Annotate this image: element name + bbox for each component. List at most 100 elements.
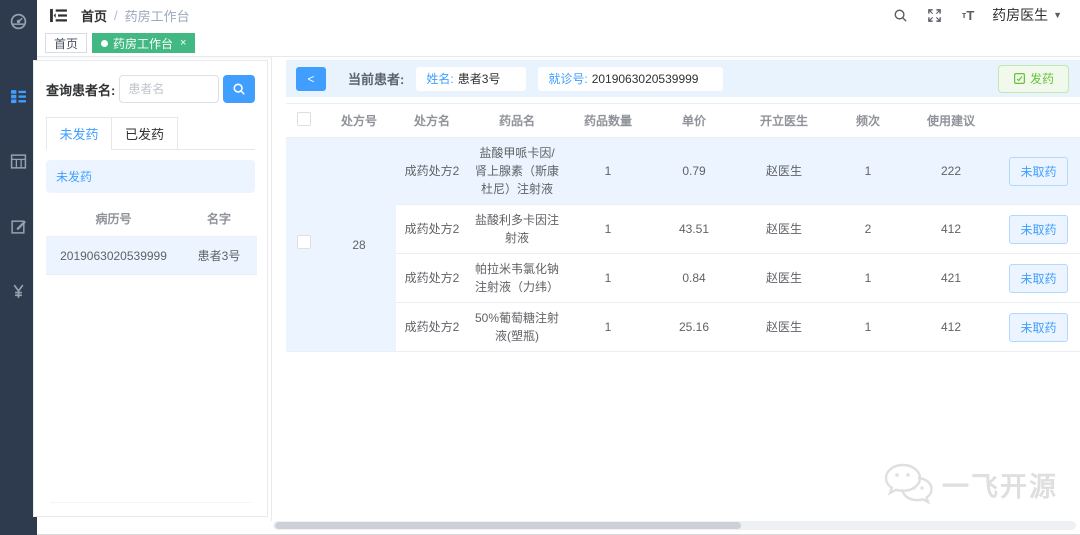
doctor-cell: 赵医生 (738, 302, 830, 352)
doctor-cell: 赵医生 (738, 253, 830, 303)
visit-label: 就诊号: (548, 72, 588, 86)
tag-pharmacy-workbench[interactable]: 药房工作台 × (92, 33, 196, 53)
column-rx-name: 处方名 (396, 103, 468, 138)
prescription-panel: < 当前患者: 姓名: 患者3号 就诊号: 2019063020539999 发… (271, 57, 1080, 521)
tab-dispensed[interactable]: 已发药 (112, 117, 178, 149)
row-checkbox[interactable] (297, 235, 311, 249)
not-collected-button[interactable]: 未取药 (1009, 214, 1068, 244)
column-action (996, 103, 1080, 138)
action-cell: 未取药 (996, 137, 1080, 205)
column-record-no: 病历号 (46, 201, 181, 237)
tab-not-dispensed[interactable]: 未发药 (46, 117, 112, 150)
breadcrumb-current: 药房工作台 (124, 8, 190, 24)
doctor-cell: 赵医生 (738, 204, 830, 254)
column-rx-no: 处方号 (322, 103, 396, 138)
app-root: 首页 / 药房工作台 тT 药房医生 ▼ 首页 药房工作台 × 查询患者名: 患… (0, 0, 1080, 535)
column-patient-name: 名字 (181, 201, 257, 237)
drug-name-cell: 盐酸甲哌卡因/肾上腺素（斯康杜尼）注射液 (468, 137, 566, 205)
visit-value: 2019063020539999 (591, 71, 699, 86)
drug-name-cell: 盐酸利多卡因注射液 (468, 204, 566, 254)
advice-cell: 412 (906, 302, 996, 352)
dispense-label: 发药 (1029, 72, 1054, 86)
money-icon[interactable] (0, 278, 37, 304)
price-cell: 0.79 (650, 137, 738, 205)
column-usage-advice: 使用建议 (906, 103, 996, 138)
patient-name[interactable]: 患者3号 (181, 236, 257, 275)
column-frequency: 频次 (830, 103, 906, 138)
column-drug-qty: 药品数量 (566, 103, 650, 138)
patient-search-button[interactable] (223, 75, 255, 103)
horizontal-scrollbar[interactable] (273, 521, 1076, 530)
dashboard-icon[interactable] (0, 8, 37, 34)
breadcrumb-separator: / (114, 7, 118, 23)
search-icon (233, 83, 245, 95)
top-navbar: 首页 / 药房工作台 тT 药房医生 ▼ (37, 0, 1080, 30)
not-dispensed-alert: 未发药 (46, 160, 255, 193)
patient-search-card: 查询患者名: 未发药 已发药 未发药 病历号 名字 20190630205399… (33, 60, 268, 517)
chevron-down-icon: ▼ (1053, 10, 1062, 20)
current-patient-toolbar: < 当前患者: 姓名: 患者3号 就诊号: 2019063020539999 发… (286, 60, 1080, 97)
chat-bubbles-logo-icon (884, 463, 933, 505)
patient-search-label: 查询患者名: (46, 82, 116, 98)
navbar-tools: тT 药房医生 ▼ (890, 5, 1080, 25)
patient-list-table: 病历号 名字 2019063020539999 患者3号 (46, 201, 257, 275)
sidebar (0, 0, 37, 535)
card-footer-divider (50, 502, 251, 503)
advice-cell: 421 (906, 253, 996, 303)
patient-record-no[interactable]: 2019063020539999 (46, 236, 181, 275)
patient-name-input[interactable] (119, 75, 219, 103)
breadcrumb: 首页 / 药房工作台 (81, 6, 190, 25)
tags-view-bar: 首页 药房工作台 × (37, 30, 1080, 57)
table-row: 成药处方2 50%葡萄糖注射液(塑瓶) 1 25.16 赵医生 1 412 未取… (286, 302, 1080, 352)
fullscreen-icon[interactable] (924, 5, 944, 25)
dispense-status-tabs: 未发药 已发药 (46, 117, 255, 150)
drug-name-cell: 帕拉米韦氯化钠注射液（力纬） (468, 253, 566, 303)
column-doctor: 开立医生 (738, 103, 830, 138)
price-cell: 0.84 (650, 253, 738, 303)
patient-row[interactable]: 2019063020539999 患者3号 (46, 236, 257, 275)
not-collected-button[interactable]: 未取药 (1009, 156, 1068, 186)
table-module-icon[interactable] (0, 148, 37, 174)
freq-cell: 2 (830, 204, 906, 254)
rx-no-cell: 28 (322, 137, 396, 352)
tag-close-icon[interactable]: × (180, 37, 186, 49)
tag-label: 药房工作台 (113, 36, 174, 51)
freq-cell: 1 (830, 302, 906, 352)
search-icon[interactable] (890, 5, 910, 25)
rx-name-cell: 成药处方2 (396, 137, 468, 205)
not-collected-button[interactable]: 未取药 (1009, 312, 1068, 342)
freq-cell: 1 (830, 253, 906, 303)
pharmacy-menu-icon[interactable] (0, 83, 37, 109)
action-cell: 未取药 (996, 204, 1080, 254)
breadcrumb-home[interactable]: 首页 (81, 6, 107, 25)
user-name: 药房医生 (992, 7, 1049, 23)
collapse-menu-icon[interactable] (47, 4, 69, 26)
scrollbar-thumb[interactable] (275, 522, 741, 529)
tag-active-dot (101, 39, 109, 47)
watermark-text: 一飞开源 (942, 471, 1058, 502)
qty-cell: 1 (566, 204, 650, 254)
column-drug-name: 药品名 (468, 103, 566, 138)
table-row: 成药处方2 帕拉米韦氯化钠注射液（力纬） 1 0.84 赵医生 1 421 未取… (286, 253, 1080, 303)
select-all-cell (286, 103, 322, 138)
select-all-checkbox[interactable] (297, 112, 311, 126)
advice-cell: 222 (906, 137, 996, 205)
form-edit-icon[interactable] (0, 213, 37, 239)
not-collected-button[interactable]: 未取药 (1009, 263, 1068, 293)
font-size-icon[interactable]: тT (958, 5, 978, 25)
name-value: 患者3号 (457, 72, 501, 86)
user-dropdown[interactable]: 药房医生 ▼ (992, 5, 1062, 25)
table-row: 成药处方2 盐酸利多卡因注射液 1 43.51 赵医生 2 412 未取药 (286, 204, 1080, 254)
dispense-icon (1014, 73, 1025, 84)
action-cell: 未取药 (996, 302, 1080, 352)
tag-home[interactable]: 首页 (45, 33, 88, 53)
visit-no-box: 就诊号: 2019063020539999 (538, 66, 724, 91)
rx-name-cell: 成药处方2 (396, 253, 468, 303)
watermark: 一飞开源 (882, 462, 1058, 506)
advice-cell: 412 (906, 204, 996, 254)
freq-cell: 1 (830, 137, 906, 205)
back-button[interactable]: < (296, 66, 326, 91)
table-row: 28 成药处方2 盐酸甲哌卡因/肾上腺素（斯康杜尼）注射液 1 0.79 赵医生… (286, 137, 1080, 352)
dispense-button[interactable]: 发药 (997, 64, 1069, 93)
prescription-table: 处方号 处方名 药品名 药品数量 单价 开立医生 频次 使用建议 28 成药处方… (286, 103, 1080, 352)
